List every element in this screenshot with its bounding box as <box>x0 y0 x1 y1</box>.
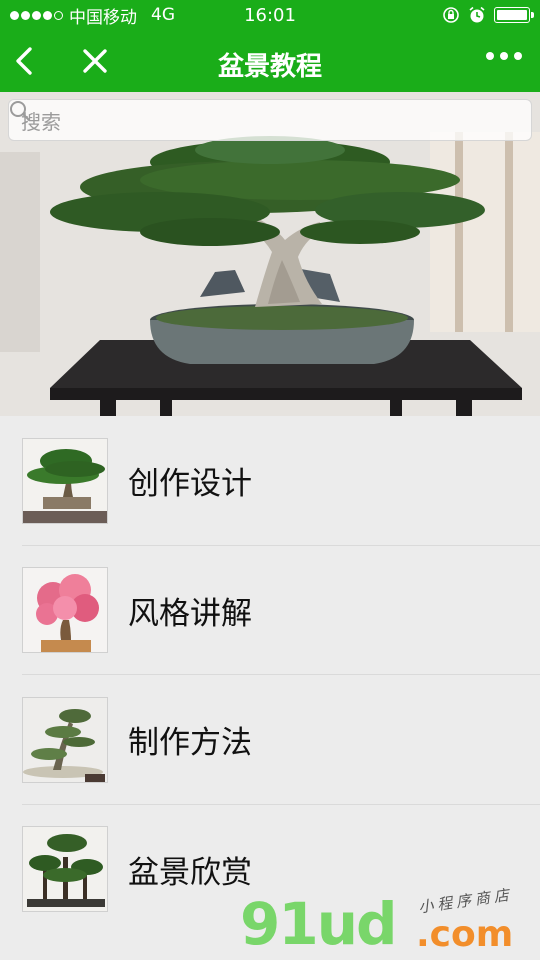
page-title: 盆景教程 <box>217 52 322 82</box>
orientation-lock-icon <box>443 7 459 23</box>
status-bar-left: 中国移动 4G <box>10 3 175 28</box>
tutorial-menu-list: 创作设计 风格讲解 制作方法 盆景欣赏 <box>0 416 540 934</box>
banner-carousel[interactable]: 搜索 <box>0 92 540 416</box>
status-bar: 中国移动 4G 16:01 <box>0 0 540 30</box>
alarm-icon <box>469 6 485 23</box>
menu-item-design[interactable]: 创作设计 <box>0 416 540 546</box>
menu-item-style[interactable]: 风格讲解 <box>0 546 540 676</box>
status-time: 16:01 <box>244 4 296 26</box>
bonsai-pink-flowers-thumbnail-icon <box>22 567 108 654</box>
carrier-name: 中国移动 <box>69 7 137 28</box>
menu-item-label: 风格讲解 <box>128 595 252 632</box>
menu-item-label: 创作设计 <box>128 466 252 503</box>
battery-icon <box>494 7 534 23</box>
bonsai-forest-thumbnail-icon <box>22 826 108 913</box>
bonsai-cascade-thumbnail-icon <box>22 696 108 783</box>
status-bar-right <box>442 6 534 24</box>
network-type: 4G <box>151 5 175 25</box>
navigation-bar: 盆景教程 <box>0 30 540 92</box>
watermark-domain: .com <box>416 914 514 955</box>
search-icon <box>10 101 30 121</box>
menu-item-label: 盆景欣赏 <box>128 854 252 891</box>
menu-item-method[interactable]: 制作方法 <box>0 675 540 805</box>
watermark-logo: 91ud .com 小程序商店 <box>240 885 540 960</box>
bonsai-pine-thumbnail-icon <box>22 437 108 524</box>
signal-strength-icon <box>10 10 63 20</box>
menu-item-label: 制作方法 <box>128 725 252 762</box>
watermark-brand: 91ud <box>240 890 398 958</box>
search-bar[interactable]: 搜索 <box>8 99 532 141</box>
more-options-icon[interactable] <box>486 52 522 60</box>
